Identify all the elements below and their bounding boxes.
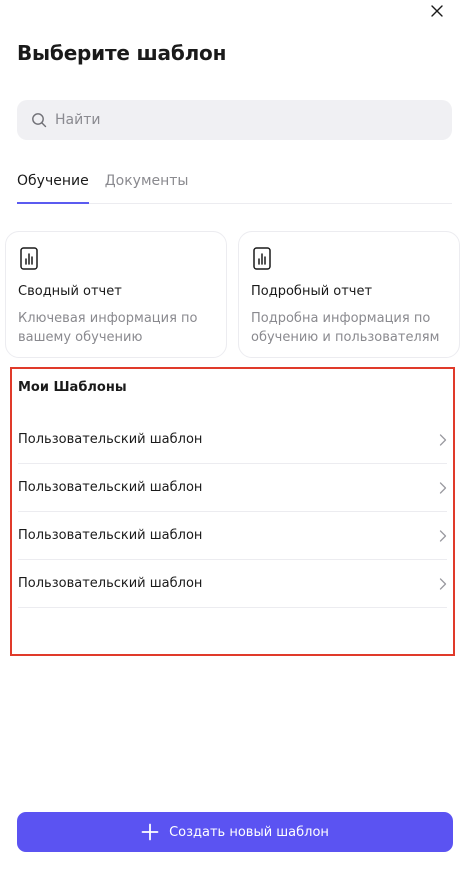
list-item[interactable]: Пользовательский шаблон xyxy=(18,464,447,512)
templates-list: Пользовательский шаблон Пользовательский… xyxy=(18,416,447,608)
detailed-report-card[interactable]: Подробный отчет Подробна информация по о… xyxy=(238,231,460,358)
close-button[interactable] xyxy=(428,2,446,20)
chevron-right-icon xyxy=(439,529,447,542)
bar-chart-icon xyxy=(253,247,271,270)
card-title: Сводный отчет xyxy=(18,284,122,299)
search-icon xyxy=(32,113,47,128)
list-item[interactable]: Пользовательский шаблон xyxy=(18,560,447,608)
list-item-label: Пользовательский шаблон xyxy=(18,480,203,495)
chevron-right-icon xyxy=(439,481,447,494)
list-item[interactable]: Пользовательский шаблон xyxy=(18,512,447,560)
card-description: Подробна информация по обучению и пользо… xyxy=(251,311,440,345)
plus-icon xyxy=(141,823,159,841)
list-item-label: Пользовательский шаблон xyxy=(18,576,203,591)
tab-documents[interactable]: Документы xyxy=(105,170,189,204)
tab-learning[interactable]: Обучение xyxy=(17,170,89,204)
list-item-label: Пользовательский шаблон xyxy=(18,528,203,543)
chevron-right-icon xyxy=(439,433,447,446)
card-title: Подробный отчет xyxy=(251,284,373,299)
search-input[interactable] xyxy=(55,112,415,128)
chevron-right-icon xyxy=(439,577,447,590)
list-item[interactable]: Пользовательский шаблон xyxy=(18,416,447,464)
bar-chart-icon xyxy=(20,247,38,270)
create-template-button[interactable]: Создать новый шаблон xyxy=(17,812,453,852)
dialog-title: Выберите шаблон xyxy=(17,41,227,65)
report-cards: Сводный отчет Ключевая информация по ваш… xyxy=(5,231,460,358)
card-description: Ключевая информация по вашему обучению xyxy=(18,311,198,345)
search-box[interactable] xyxy=(17,100,452,140)
close-icon xyxy=(431,5,443,17)
tab-bar: Обучение Документы xyxy=(17,170,452,204)
template-picker-dialog: Выберите шаблон Обучение Документы Сводн… xyxy=(0,0,460,876)
my-templates-section: Мои Шаблоны Пользовательский шаблон Поль… xyxy=(10,367,455,656)
create-template-label: Создать новый шаблон xyxy=(169,824,329,840)
list-item-label: Пользовательский шаблон xyxy=(18,432,203,447)
summary-report-card[interactable]: Сводный отчет Ключевая информация по ваш… xyxy=(5,231,227,358)
section-title: Мои Шаблоны xyxy=(18,380,127,395)
